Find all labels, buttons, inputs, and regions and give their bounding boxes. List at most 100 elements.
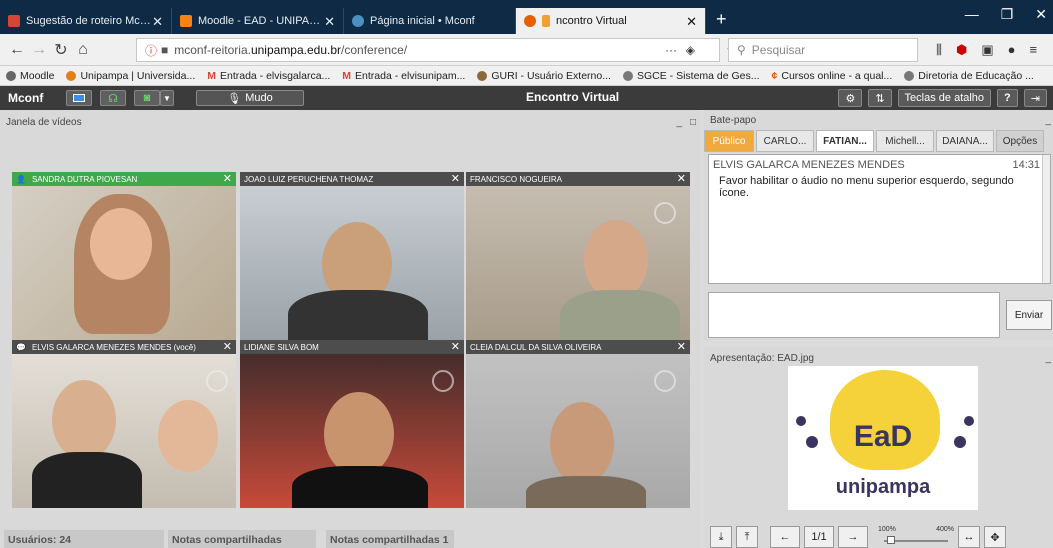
- bookmark-item[interactable]: Unipampa | Universida...: [66, 70, 195, 82]
- video-tile[interactable]: JOAO LUIZ PERUCHENA THOMAZ ✕: [240, 172, 466, 340]
- page-indicator[interactable]: 1/1: [804, 526, 834, 548]
- restore-icon[interactable]: ❐: [1001, 6, 1014, 23]
- tab-public[interactable]: Público: [704, 130, 754, 152]
- guri-icon: [477, 70, 488, 81]
- moodle-icon: [6, 70, 16, 81]
- video-tile[interactable]: FRANCISCO NOGUEIRA ✕: [466, 172, 692, 340]
- prev-slide-button[interactable]: ←: [770, 526, 800, 548]
- forward-icon[interactable]: →: [28, 41, 50, 59]
- close-window-icon[interactable]: ✕: [1035, 6, 1047, 23]
- new-tab-button[interactable]: +: [716, 9, 727, 30]
- close-icon[interactable]: ✕: [686, 14, 697, 30]
- browser-tab-mconf[interactable]: Página inicial • Mconf: [344, 8, 516, 34]
- video-tile[interactable]: LIDIANE SILVA BOM ✕: [240, 340, 466, 508]
- video-tile-header: JOAO LUIZ PERUCHENA THOMAZ ✕: [240, 172, 464, 186]
- bookmark-item[interactable]: SGCE - Sistema de Ges...: [622, 70, 760, 82]
- shortcuts-button[interactable]: Teclas de atalho: [897, 89, 992, 107]
- maximize-panel-icon[interactable]: □: [690, 117, 696, 128]
- adblock-icon[interactable]: ⬢: [956, 42, 967, 58]
- chat-input[interactable]: [708, 292, 1000, 338]
- close-icon[interactable]: ✕: [451, 172, 460, 185]
- zoom-thumb[interactable]: [886, 536, 895, 544]
- shared-notes-1-tab[interactable]: Notas compartilhadas 1: [326, 530, 454, 548]
- page-label: 1/1: [811, 531, 827, 543]
- tab-fatian[interactable]: FATIAN...: [816, 130, 874, 152]
- video-tile[interactable]: CLEIA DALCUL DA SILVA OLIVEIRA ✕: [466, 340, 692, 508]
- tab-options[interactable]: Opções: [996, 130, 1044, 152]
- send-button[interactable]: Enviar: [1006, 300, 1052, 330]
- share-camera-button[interactable]: ◙: [134, 90, 160, 106]
- mconf-icon: [352, 15, 364, 27]
- close-icon[interactable]: ✕: [324, 14, 335, 30]
- minimize-panel-icon[interactable]: _: [1045, 115, 1051, 126]
- camera-dropdown[interactable]: ▼: [160, 90, 174, 106]
- minimize-icon[interactable]: —: [965, 6, 979, 23]
- browser-tab-gmail[interactable]: Sugestão de roteiro Mconf de E ✕: [0, 8, 172, 34]
- download-button[interactable]: ⤓: [710, 526, 732, 548]
- webcam-button[interactable]: [66, 90, 92, 106]
- close-icon[interactable]: ✕: [677, 172, 686, 185]
- bookmark-item[interactable]: ¢ Cursos online - a qual...: [772, 70, 893, 82]
- shared-notes-tab[interactable]: Notas compartilhadas: [168, 530, 316, 548]
- video-tile[interactable]: 👤 SANDRA DUTRA PIOVESAN ✕: [12, 172, 238, 340]
- close-icon[interactable]: ✕: [677, 340, 686, 353]
- browser-tab-moodle[interactable]: Moodle - EAD - UNIPAMPA ✕: [172, 8, 344, 34]
- bookmark-item[interactable]: Moodle: [6, 70, 54, 82]
- minimize-panel-icon[interactable]: _: [676, 117, 682, 128]
- back-icon[interactable]: ←: [6, 41, 28, 59]
- tab-carlo[interactable]: CARLO...: [756, 130, 814, 152]
- url-bar[interactable]: ⓘ ■ mconf-reitoria. unipampa.edu.br/confe…: [136, 38, 737, 62]
- reload-icon[interactable]: ↻: [50, 40, 72, 60]
- extension-icon[interactable]: ●: [1008, 42, 1016, 58]
- logout-button[interactable]: ⇥: [1023, 89, 1047, 107]
- audio-button[interactable]: ☊: [100, 90, 126, 106]
- close-icon[interactable]: ✕: [223, 340, 232, 353]
- chat-message-area[interactable]: ELVIS GALARCA MENEZES MENDES 14:31 Favor…: [708, 154, 1051, 284]
- minimize-panel-icon[interactable]: _: [1045, 353, 1051, 364]
- user-icon: 👤: [16, 174, 26, 184]
- upload-button[interactable]: ⤒: [736, 526, 758, 548]
- bookmark-label: Unipampa | Universida...: [80, 69, 196, 82]
- video-tile[interactable]: 💬 ELVIS GALARCA MENEZES MENDES (você) ✕: [12, 340, 238, 508]
- search-input[interactable]: ⚲ Pesquisar: [728, 38, 918, 62]
- participant-video: [550, 402, 614, 484]
- chat-scrollbar[interactable]: [1042, 155, 1050, 283]
- shared-notes-label: Notas compartilhadas: [172, 534, 282, 546]
- bookmark-item[interactable]: Diretoria de Educação ...: [904, 70, 1034, 82]
- bookmark-item[interactable]: M Entrada - elvisunipam...: [342, 70, 465, 82]
- permissions-icon[interactable]: ■: [161, 43, 168, 57]
- close-icon[interactable]: ✕: [223, 172, 232, 185]
- reader-icon[interactable]: ▣: [981, 42, 993, 58]
- site-info-icon[interactable]: ⓘ: [145, 42, 157, 59]
- fit-width-button[interactable]: ↔: [958, 526, 980, 548]
- bookmark-item[interactable]: GURI - Usuário Externo...: [477, 70, 611, 82]
- browser-tab-encontro[interactable]: ncontro Virtual ✕: [516, 8, 706, 34]
- close-icon[interactable]: ✕: [152, 14, 163, 30]
- video-tile-header: LIDIANE SILVA BOM ✕: [240, 340, 464, 354]
- layout-button[interactable]: ⇅: [868, 89, 892, 107]
- bookmark-item[interactable]: M Entrada - elvisgalarca...: [207, 70, 330, 82]
- pocket-icon[interactable]: ◈: [686, 43, 695, 57]
- tab-daiana[interactable]: DAIANA...: [936, 130, 994, 152]
- users-panel-tab[interactable]: Usuários: 24: [4, 530, 164, 548]
- settings-button[interactable]: ⚙: [838, 89, 863, 107]
- fit-page-button[interactable]: ✥: [984, 526, 1006, 548]
- menu-icon[interactable]: ≡: [1030, 42, 1038, 58]
- help-button[interactable]: ?: [997, 89, 1018, 107]
- slide-main-text: EaD: [853, 420, 913, 453]
- library-icon[interactable]: ⫼: [936, 42, 942, 58]
- navigation-bar: ← → ↻ ⌂ ⓘ ■ mconf-reitoria. unipampa.edu.…: [0, 34, 1053, 66]
- participant-video: [32, 452, 142, 508]
- fit-width-icon: ↔: [963, 531, 975, 543]
- tab-michell[interactable]: Michell...: [876, 130, 934, 152]
- mute-button[interactable]: 🎙 Mudo: [196, 90, 304, 106]
- close-icon[interactable]: ✕: [451, 340, 460, 353]
- next-slide-button[interactable]: →: [838, 526, 868, 548]
- firefox-icon: [524, 15, 536, 27]
- presentation-slide[interactable]: EaD unipampa: [788, 366, 978, 510]
- zoom-slider[interactable]: 100% 400%: [878, 526, 954, 548]
- conference-title: Encontro Virtual: [526, 90, 620, 104]
- page-actions-icon[interactable]: ···: [665, 43, 677, 57]
- bookmark-label: Entrada - elvisunipam...: [355, 69, 466, 82]
- home-icon[interactable]: ⌂: [72, 41, 94, 59]
